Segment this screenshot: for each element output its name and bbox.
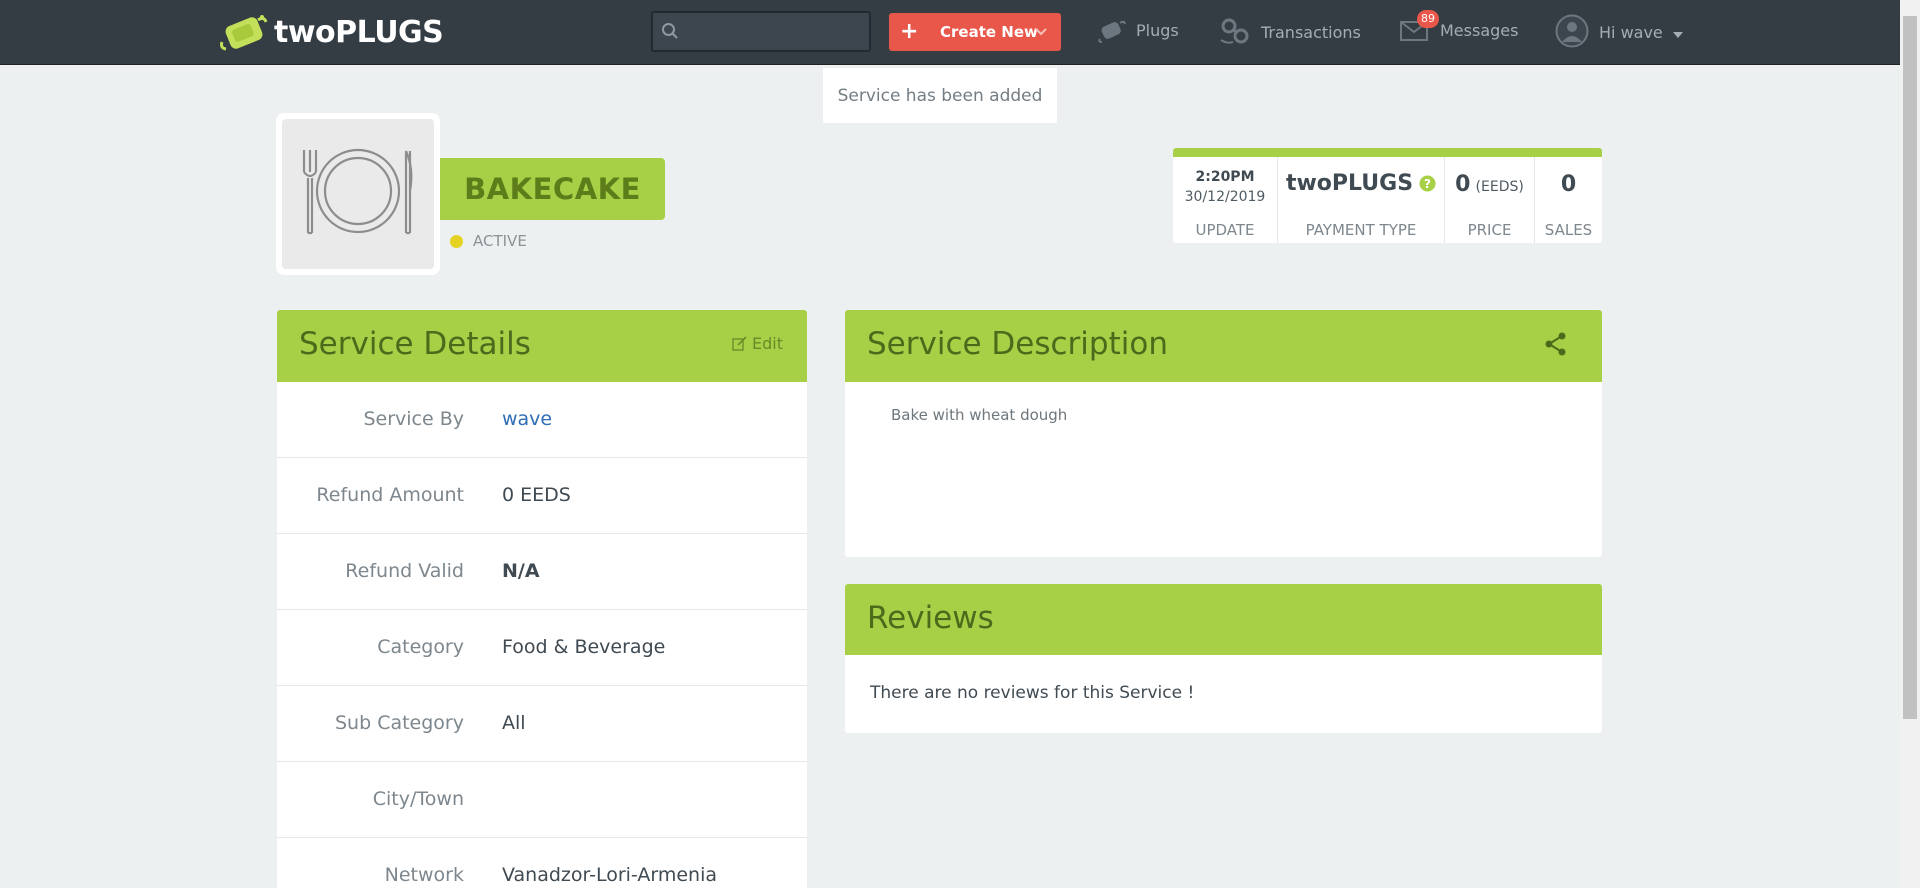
- detail-value: All: [502, 712, 526, 734]
- detail-value: Food & Beverage: [502, 636, 666, 658]
- service-details-title: Service Details: [299, 326, 531, 362]
- help-icon[interactable]: ?: [1419, 175, 1436, 192]
- stat-payment-type: twoPLUGS ? PAYMENT TYPE: [1278, 157, 1445, 243]
- edit-icon: [732, 336, 747, 351]
- edit-label: Edit: [752, 334, 783, 353]
- status-indicator: ACTIVE: [450, 232, 527, 250]
- details-list: Service By wave Refund Amount 0 EEDS Ref…: [277, 382, 807, 888]
- messages-count-badge: 89: [1417, 10, 1439, 28]
- search-icon: [661, 22, 679, 44]
- service-by-link[interactable]: wave: [502, 408, 552, 430]
- user-greeting: Hi wave: [1599, 23, 1663, 42]
- top-navbar: twoPLUGS + Create New Plugs Transactions…: [0, 0, 1900, 65]
- detail-key: Category: [377, 636, 464, 658]
- stat-price: 0 (EEDS) PRICE: [1445, 157, 1535, 243]
- service-description-title: Service Description: [867, 326, 1168, 362]
- reviews-empty-message: There are no reviews for this Service !: [870, 683, 1195, 703]
- price-value: 0: [1455, 172, 1471, 197]
- avatar: [1555, 14, 1599, 52]
- service-description-header: Service Description: [845, 310, 1602, 382]
- detail-key: City/Town: [372, 788, 464, 810]
- brand-name: twoPLUGS: [274, 14, 444, 50]
- payment-type-value: twoPLUGS: [1285, 171, 1414, 196]
- detail-row-network: Network Vanadzor-Lori-Armenia: [277, 838, 807, 888]
- nav-plugs-label: Plugs: [1136, 21, 1179, 40]
- chevron-down-icon[interactable]: [1035, 21, 1047, 47]
- search-input[interactable]: [689, 13, 867, 50]
- reviews-title: Reviews: [867, 600, 994, 636]
- detail-value: N/A: [502, 560, 540, 582]
- svg-text:?: ?: [1424, 177, 1431, 191]
- payment-type-label: PAYMENT TYPE: [1305, 221, 1417, 239]
- stat-update: 2:20PM 30/12/2019 UPDATE: [1173, 157, 1278, 243]
- update-label: UPDATE: [1195, 221, 1255, 239]
- caret-down-icon: [1672, 23, 1693, 42]
- service-description-text: Bake with wheat dough: [891, 406, 1068, 424]
- service-details-header: Service Details Edit: [277, 310, 807, 382]
- service-stats: 2:20PM 30/12/2019 UPDATE twoPLUGS ? PAYM…: [1173, 148, 1602, 243]
- plus-icon: +: [900, 19, 919, 44]
- service-title: BAKECAKE: [440, 158, 665, 220]
- nav-transactions[interactable]: Transactions: [1219, 0, 1361, 65]
- edit-button[interactable]: Edit: [732, 334, 783, 353]
- nav-messages-label: Messages: [1440, 21, 1519, 40]
- detail-row-refund-valid: Refund Valid N/A: [277, 534, 807, 610]
- status-label: ACTIVE: [473, 232, 527, 250]
- plug-icon: [1098, 19, 1136, 47]
- detail-row-service-by: Service By wave: [277, 382, 807, 458]
- nav-transactions-label: Transactions: [1261, 23, 1361, 42]
- brand-logo[interactable]: twoPLUGS: [218, 12, 444, 52]
- page-scrollbar[interactable]: [1900, 0, 1920, 888]
- detail-row-category: Category Food & Beverage: [277, 610, 807, 686]
- nav-messages[interactable]: Messages: [1400, 0, 1518, 65]
- scrollbar-thumb[interactable]: [1903, 16, 1917, 719]
- status-dot: [450, 234, 463, 248]
- create-new-button[interactable]: + Create New: [889, 13, 1061, 51]
- reviews-panel: Reviews There are no reviews for this Se…: [845, 584, 1602, 733]
- share-icon[interactable]: [1545, 332, 1567, 360]
- detail-row-city-town: City/Town: [277, 762, 807, 838]
- detail-row-sub-category: Sub Category All: [277, 686, 807, 762]
- detail-key: Network: [384, 864, 464, 886]
- transactions-icon: [1219, 16, 1261, 50]
- detail-key: Refund Valid: [345, 560, 464, 582]
- user-menu[interactable]: Hi wave: [1555, 0, 1693, 65]
- detail-value: 0 EEDS: [502, 484, 571, 506]
- nav-plugs[interactable]: Plugs: [1098, 0, 1179, 65]
- stat-sales: 0 SALES: [1535, 157, 1602, 243]
- update-date: 30/12/2019: [1184, 189, 1266, 205]
- service-image: [276, 113, 440, 275]
- service-description-panel: Service Description Bake with wheat doug…: [845, 310, 1602, 557]
- plug-logo-icon: [218, 12, 270, 52]
- plate-cutlery-icon: [298, 147, 418, 241]
- toast-notification: Service has been added: [823, 68, 1057, 123]
- search-box[interactable]: [651, 11, 871, 52]
- sales-label: SALES: [1544, 221, 1593, 239]
- detail-row-refund-amount: Refund Amount 0 EEDS: [277, 458, 807, 534]
- price-unit: (EEDS): [1475, 179, 1524, 195]
- update-time: 2:20PM: [1195, 169, 1255, 185]
- price-label: PRICE: [1467, 221, 1512, 239]
- detail-key: Refund Amount: [316, 484, 464, 506]
- service-details-panel: Service Details Edit Service By wave Ref…: [277, 310, 807, 888]
- detail-key: Service By: [363, 408, 464, 430]
- detail-key: Sub Category: [335, 712, 464, 734]
- detail-value: Vanadzor-Lori-Armenia: [502, 864, 718, 886]
- sales-value: 0: [1560, 172, 1577, 197]
- create-new-label: Create New: [940, 23, 1038, 41]
- reviews-header: Reviews: [845, 584, 1602, 655]
